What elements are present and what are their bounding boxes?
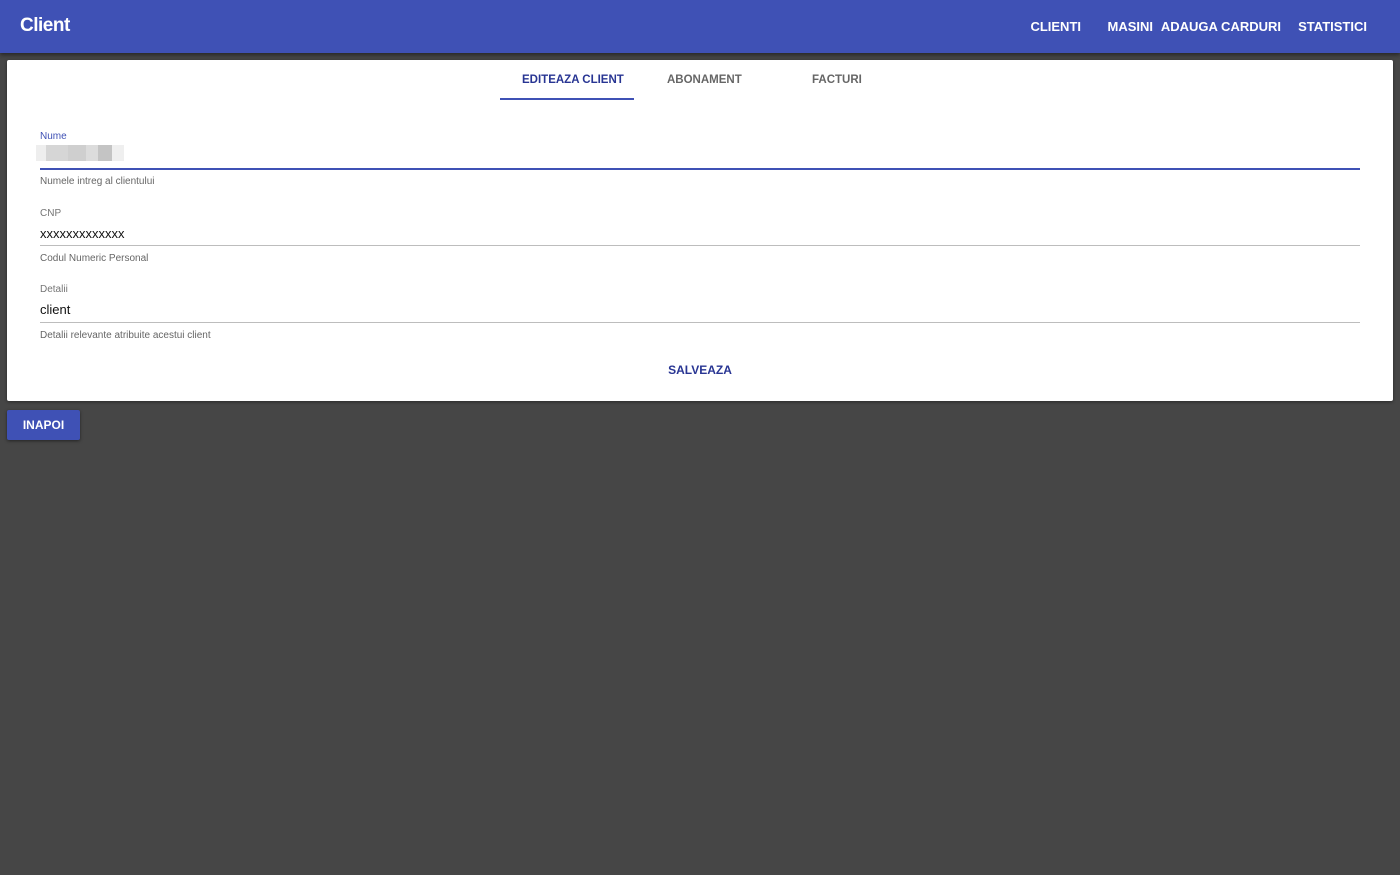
cnp-field-hint: Codul Numeric Personal	[40, 253, 149, 264]
nav-item-clienti[interactable]: CLIENTI	[1030, 19, 1081, 34]
save-button[interactable]: SALVEAZA	[7, 363, 1393, 377]
name-field-underline	[40, 168, 1360, 170]
nav-item-adauga-carduri[interactable]: ADAUGA CARDURI	[1161, 19, 1281, 34]
page-title: Client	[20, 15, 70, 36]
tab-abonament[interactable]: ABONAMENT	[667, 74, 742, 86]
client-edit-card: EDITEAZA CLIENT ABONAMENT FACTURI Nume N…	[7, 60, 1393, 401]
name-field-value-redacted[interactable]	[36, 145, 124, 161]
details-field-hint: Detalii relevante atribuite acestui clie…	[40, 330, 211, 341]
tab-editeaza-client[interactable]: EDITEAZA CLIENT	[522, 74, 624, 86]
back-button[interactable]: INAPOI	[7, 410, 80, 440]
tab-facturi[interactable]: FACTURI	[812, 74, 862, 86]
name-field-label: Nume	[40, 131, 67, 142]
details-field[interactable]: client	[40, 302, 70, 317]
active-tab-indicator	[500, 98, 634, 100]
details-field-label: Detalii	[40, 284, 68, 295]
cnp-field[interactable]: xxxxxxxxxxxxx	[40, 226, 125, 241]
nav-item-masini[interactable]: MASINI	[1108, 19, 1154, 34]
name-field-hint: Numele intreg al clientului	[40, 176, 155, 187]
cnp-field-label: CNP	[40, 208, 62, 219]
app-bar: Client CLIENTI MASINI ADAUGA CARDURI STA…	[0, 0, 1400, 53]
nav-item-statistici[interactable]: STATISTICI	[1298, 19, 1367, 34]
cnp-field-underline	[40, 245, 1360, 246]
details-field-underline	[40, 322, 1360, 323]
